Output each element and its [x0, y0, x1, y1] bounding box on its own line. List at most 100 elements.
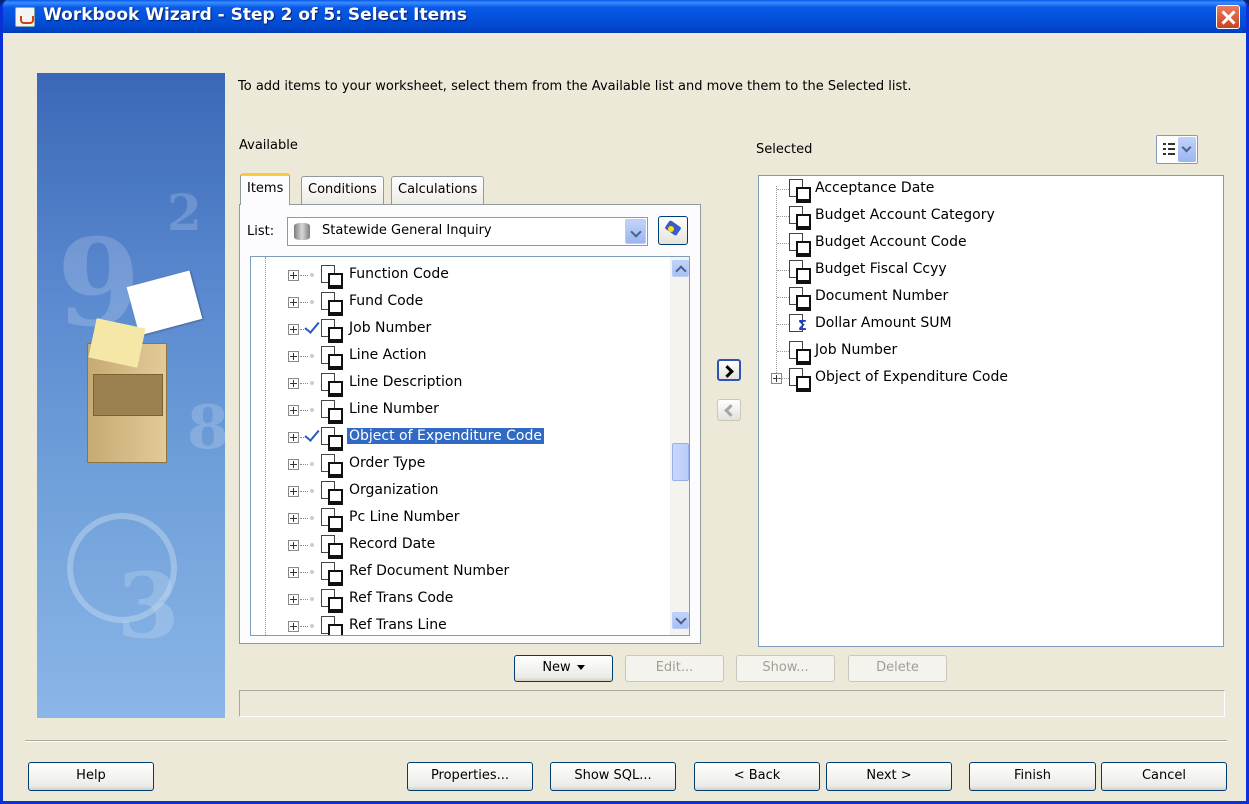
chevron-down-icon[interactable]	[1178, 137, 1196, 162]
sum-icon: Σ	[789, 314, 809, 335]
tree-connector	[300, 275, 308, 276]
tree-item[interactable]: Line Number	[251, 397, 661, 424]
expand-plus-icon[interactable]	[288, 324, 299, 335]
tree-item-label: Pc Line Number	[349, 509, 460, 525]
expand-plus-icon[interactable]	[288, 297, 299, 308]
selected-item-label: Budget Account Category	[815, 207, 995, 223]
expand-plus-icon[interactable]	[288, 486, 299, 497]
selected-items-tree[interactable]: Acceptance Date Budget Account Category Bu…	[758, 175, 1224, 647]
tree-item-label: Line Description	[349, 374, 463, 390]
cancel-button[interactable]: Cancel	[1101, 762, 1227, 791]
properties-button[interactable]: Properties...	[407, 762, 533, 791]
tree-item[interactable]: Fund Code	[251, 289, 661, 316]
tree-item-label: Ref Trans Line	[349, 617, 447, 633]
show-sql-button[interactable]: Show SQL...	[550, 762, 676, 791]
expand-plus-icon[interactable]	[288, 270, 299, 281]
expand-plus-icon[interactable]	[288, 567, 299, 578]
chevron-down-icon[interactable]	[625, 219, 646, 244]
tree-item[interactable]: Line Action	[251, 343, 661, 370]
item-icon	[321, 265, 343, 289]
tree-connector	[777, 351, 789, 352]
tree-connector	[300, 518, 308, 519]
selected-item[interactable]: Budget Account Code	[759, 230, 1209, 257]
move-to-selected-button[interactable]	[717, 359, 741, 381]
unchecked-dot-icon	[310, 516, 314, 520]
tree-item[interactable]: Line Description	[251, 370, 661, 397]
tree-connector	[300, 626, 308, 627]
back-button[interactable]: < Back	[694, 762, 820, 791]
item-icon	[789, 179, 811, 203]
available-items-tree[interactable]: Function Code Fund Code Job Number Line Act…	[250, 256, 690, 636]
unchecked-dot-icon	[310, 273, 314, 277]
next-button[interactable]: Next >	[826, 762, 952, 791]
view-options-button[interactable]	[1156, 135, 1198, 164]
item-icon	[789, 287, 811, 311]
expand-plus-icon[interactable]	[288, 513, 299, 524]
business-area-select[interactable]: Statewide General Inquiry	[287, 217, 648, 246]
database-icon	[294, 223, 310, 240]
tree-item[interactable]: Pc Line Number	[251, 505, 661, 532]
tree-item-label: Order Type	[349, 455, 426, 471]
tree-item[interactable]: Job Number	[251, 316, 661, 343]
unchecked-dot-icon	[310, 381, 314, 385]
available-scrollbar[interactable]	[670, 257, 689, 635]
tab-calculations[interactable]: Calculations	[391, 176, 485, 205]
new-button[interactable]: New	[514, 655, 613, 682]
tree-item-label: Object of Expenditure Code	[347, 428, 544, 444]
tree-connector	[777, 243, 789, 244]
tree-item[interactable]: Ref Trans Line	[251, 613, 661, 635]
selected-item[interactable]: Σ Dollar Amount SUM	[759, 311, 1209, 338]
close-button[interactable]	[1216, 5, 1240, 29]
expand-plus-icon[interactable]	[288, 621, 299, 632]
edit-button[interactable]: Edit...	[625, 655, 724, 682]
expand-plus-icon[interactable]	[288, 351, 299, 362]
expand-plus-icon[interactable]	[288, 459, 299, 470]
tree-item[interactable]: Organization	[251, 478, 661, 505]
item-icon	[321, 508, 343, 532]
scroll-down-arrow-icon[interactable]	[672, 612, 689, 629]
show-button[interactable]: Show...	[736, 655, 835, 682]
tree-item[interactable]: Ref Document Number	[251, 559, 661, 586]
available-label: Available	[239, 138, 298, 153]
expand-plus-icon[interactable]	[288, 405, 299, 416]
scroll-thumb[interactable]	[672, 443, 689, 481]
selected-item[interactable]: Acceptance Date	[759, 176, 1209, 203]
unchecked-dot-icon	[310, 543, 314, 547]
unchecked-dot-icon	[310, 300, 314, 304]
tab-conditions[interactable]: Conditions	[301, 176, 384, 205]
tree-item[interactable]: Record Date	[251, 532, 661, 559]
finish-button[interactable]: Finish	[969, 762, 1096, 791]
instruction-text: To add items to your worksheet, select t…	[238, 79, 912, 94]
tree-connector	[300, 572, 308, 573]
item-icon	[321, 373, 343, 397]
tree-connector	[777, 324, 789, 325]
selected-item[interactable]: Document Number	[759, 284, 1209, 311]
new-button-label: New	[542, 660, 571, 675]
tab-items[interactable]: Items	[240, 173, 291, 205]
tree-item[interactable]: Function Code	[251, 262, 661, 289]
expand-plus-icon[interactable]	[288, 594, 299, 605]
delete-button[interactable]: Delete	[848, 655, 947, 682]
tree-item[interactable]: Order Type	[251, 451, 661, 478]
unchecked-dot-icon	[310, 570, 314, 574]
tree-connector	[777, 297, 789, 298]
selected-item[interactable]: Job Number	[759, 338, 1209, 365]
expand-plus-icon[interactable]	[288, 540, 299, 551]
expand-plus-icon[interactable]	[288, 432, 299, 443]
scroll-up-arrow-icon[interactable]	[672, 260, 689, 277]
item-icon	[789, 368, 811, 392]
selected-item[interactable]: Budget Fiscal Ccyy	[759, 257, 1209, 284]
tree-item[interactable]: Ref Trans Code	[251, 586, 661, 613]
help-button[interactable]: Help	[28, 762, 154, 791]
selected-item[interactable]: Object of Expenditure Code	[759, 365, 1209, 392]
tree-connector	[300, 383, 308, 384]
business-area-value: Statewide General Inquiry	[322, 223, 492, 238]
unchecked-dot-icon	[310, 354, 314, 358]
tree-item-label: Organization	[349, 482, 439, 498]
selected-item[interactable]: Budget Account Category	[759, 203, 1209, 230]
expand-plus-icon[interactable]	[288, 378, 299, 389]
tree-connector	[777, 216, 789, 217]
find-items-button[interactable]	[658, 216, 688, 245]
move-to-available-button[interactable]	[717, 399, 741, 421]
tree-item[interactable]: Object of Expenditure Code	[251, 424, 661, 451]
